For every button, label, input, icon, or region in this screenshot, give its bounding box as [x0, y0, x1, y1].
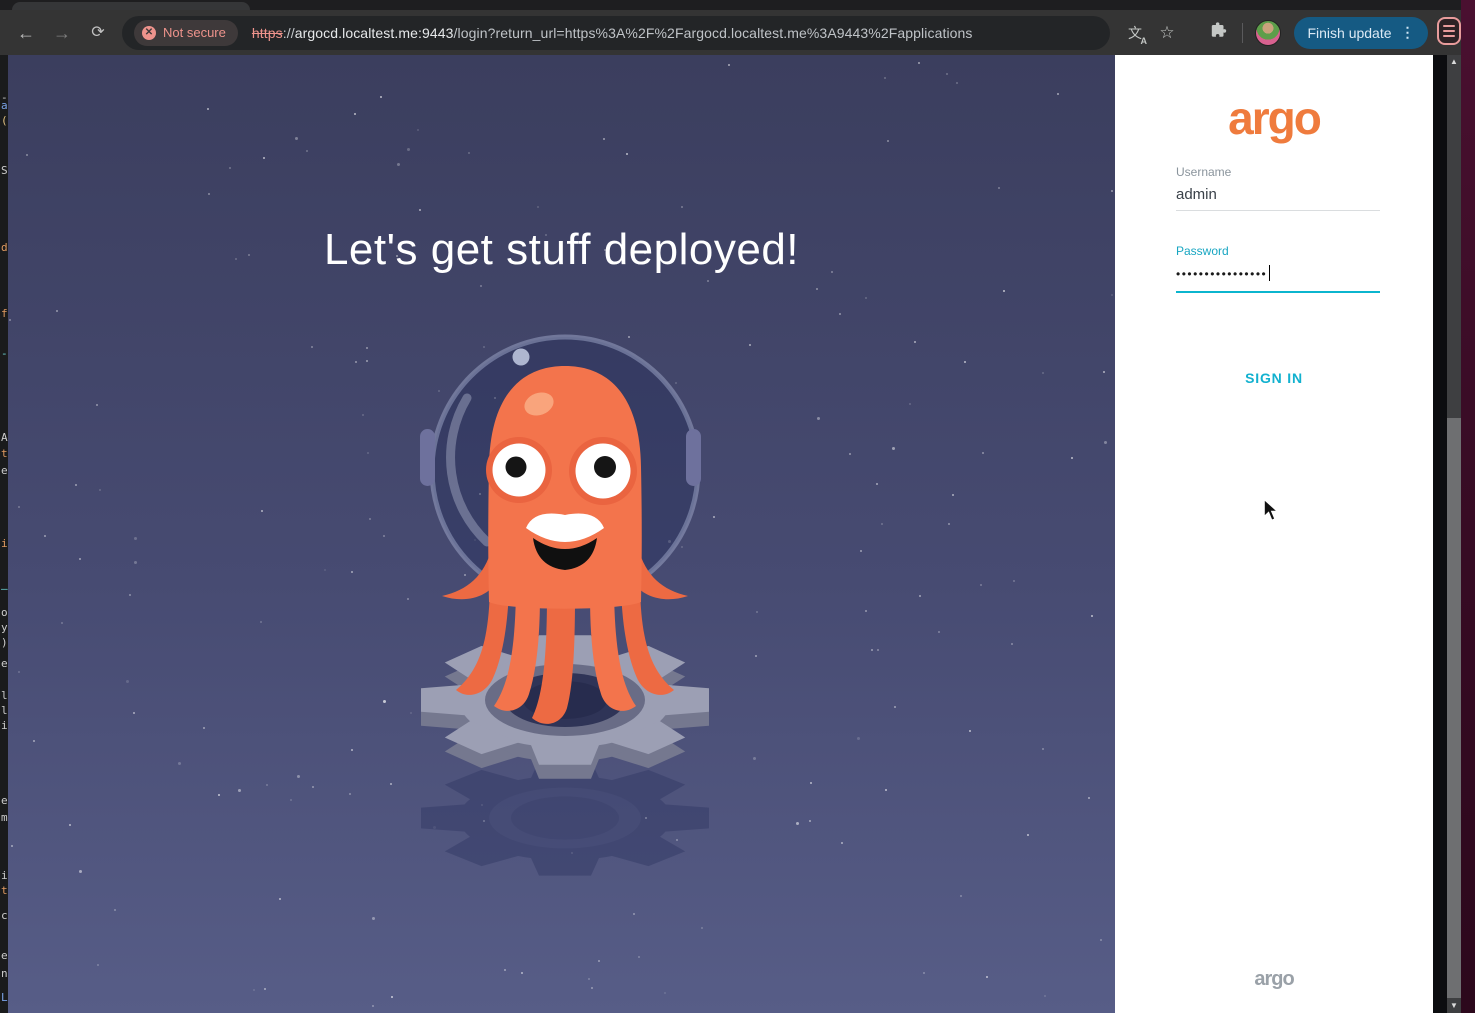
helmet-handle-left	[420, 429, 435, 486]
background-window-strip: -a(Sdf-Atei—oy)elliemitcenL	[0, 55, 8, 1013]
url-separator: ://	[283, 25, 295, 41]
scrollbar-thumb[interactable]	[1447, 418, 1461, 998]
address-bar[interactable]: ✕ Not secure https://argocd.localtest.me…	[122, 16, 1110, 50]
tab-strip	[0, 0, 1461, 10]
username-underline	[1176, 210, 1380, 211]
login-panel: argo Username admin Password •••••••••••…	[1115, 55, 1433, 1013]
username-value[interactable]: admin	[1176, 186, 1380, 206]
argo-octopus-mascot-illustration	[380, 315, 750, 910]
helmet-handle-right	[686, 429, 701, 486]
reload-icon[interactable]: ⟳	[88, 23, 108, 43]
finish-update-button[interactable]: Finish update ⋮	[1294, 17, 1428, 49]
forward-icon[interactable]: →	[52, 23, 72, 43]
active-tab[interactable]	[12, 2, 250, 10]
not-secure-icon: ✕	[142, 26, 156, 40]
url-path: /login?return_url=https%3A%2F%2Fargocd.l…	[454, 25, 973, 41]
extensions-puzzle-icon[interactable]	[1208, 21, 1230, 44]
password-label: Password	[1176, 244, 1380, 258]
background-window-menu-icon	[1437, 17, 1461, 45]
vertical-scrollbar[interactable]: ▲ ▼	[1447, 55, 1461, 1013]
text-caret	[1269, 265, 1270, 281]
browser-toolbar: ← → ⟳ ✕ Not secure https://argocd.localt…	[0, 10, 1461, 55]
finish-update-label: Finish update	[1307, 25, 1391, 41]
argo-footer-logo: argo	[1115, 968, 1433, 991]
password-field[interactable]: Password ••••••••••••••••	[1176, 244, 1380, 293]
desktop-background-strip	[1461, 0, 1475, 1013]
hero-title: Let's get stuff deployed!	[8, 225, 1115, 275]
argo-logo: argo	[1115, 91, 1433, 145]
url-scheme: https	[252, 25, 283, 41]
url-text: https://argocd.localtest.me:9443/login?r…	[252, 25, 973, 41]
translate-icon[interactable]: 文A	[1124, 23, 1146, 43]
login-hero-background: Let's get stuff deployed!	[8, 55, 1115, 1013]
mouse-cursor	[1263, 498, 1285, 524]
scroll-up-arrow-icon[interactable]: ▲	[1447, 55, 1461, 69]
window-gutter	[1433, 55, 1447, 1013]
username-label: Username	[1176, 165, 1380, 179]
site-security-chip[interactable]: ✕ Not secure	[134, 20, 238, 46]
back-icon[interactable]: ←	[16, 23, 36, 43]
not-secure-label: Not secure	[163, 25, 226, 40]
toolbar-divider	[1242, 23, 1243, 43]
bookmark-star-icon[interactable]: ☆	[1156, 23, 1178, 43]
url-host: argocd.localtest.me:9443	[295, 25, 454, 41]
sign-in-button[interactable]: SIGN IN	[1115, 369, 1433, 387]
browser-menu-dots-icon[interactable]: ⋮	[1401, 24, 1415, 41]
password-underline-focused	[1176, 291, 1380, 293]
username-field[interactable]: Username admin	[1176, 165, 1380, 211]
profile-avatar[interactable]	[1255, 20, 1281, 46]
scroll-down-arrow-icon[interactable]: ▼	[1447, 999, 1461, 1013]
password-value[interactable]: ••••••••••••••••	[1176, 265, 1380, 285]
